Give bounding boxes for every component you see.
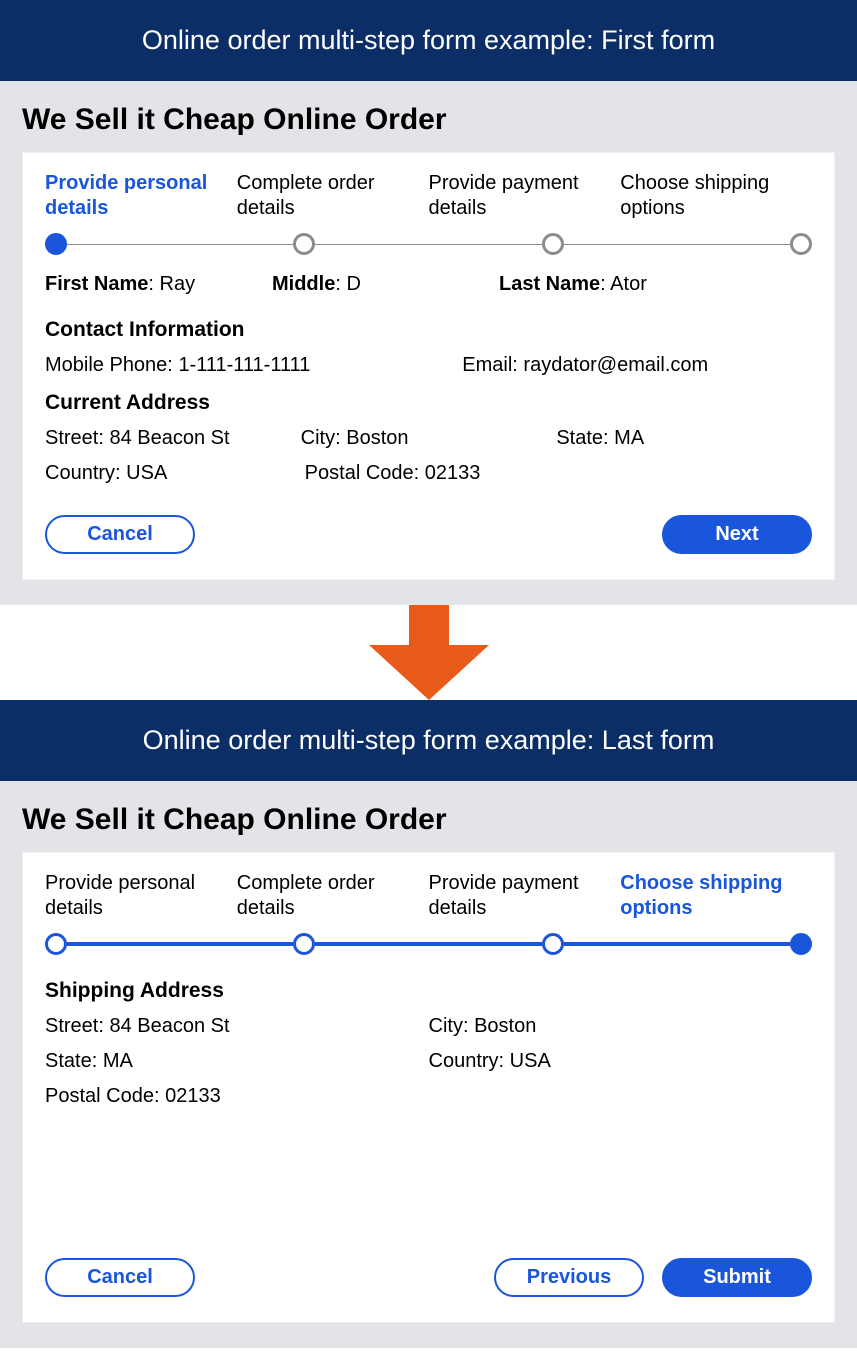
middle-name-field: Middle: D bbox=[272, 273, 499, 296]
form-card-top: Provide personal details Complete order … bbox=[22, 152, 835, 580]
email-field: Email: raydator@email.com bbox=[462, 354, 812, 377]
step-4-dot[interactable] bbox=[790, 233, 812, 255]
step-seg-3-4 bbox=[564, 244, 790, 245]
ship-state-field: State: MA bbox=[45, 1050, 429, 1073]
step-b3-label[interactable]: Provide payment details bbox=[429, 871, 621, 921]
step-3-label[interactable]: Provide payment details bbox=[429, 171, 621, 221]
ship-city-label: City: bbox=[429, 1015, 469, 1037]
ship-country-field: Country: USA bbox=[429, 1050, 813, 1073]
down-arrow-icon bbox=[369, 605, 489, 700]
arrow-divider bbox=[0, 605, 857, 700]
ship-postal-value: 02133 bbox=[165, 1085, 221, 1107]
country-value: USA bbox=[126, 462, 167, 484]
ship-postal-field: Postal Code: 02133 bbox=[45, 1085, 429, 1108]
ship-postal-label: Postal Code: bbox=[45, 1085, 160, 1107]
ship-street-label: Street: bbox=[45, 1015, 104, 1037]
shipping-header: Shipping Address bbox=[45, 979, 812, 1003]
step-b1-label[interactable]: Provide personal details bbox=[45, 871, 237, 921]
postal-label: Postal Code: bbox=[305, 462, 420, 484]
step-2-label[interactable]: Complete order details bbox=[237, 171, 429, 221]
postal-value: 02133 bbox=[425, 462, 481, 484]
state-value: MA bbox=[614, 427, 644, 449]
state-label: State: bbox=[556, 427, 608, 449]
ship-country-label: Country: bbox=[429, 1050, 505, 1072]
step-b3-dot[interactable] bbox=[542, 933, 564, 955]
step-1-dot[interactable] bbox=[45, 233, 67, 255]
step-b2-label[interactable]: Complete order details bbox=[237, 871, 429, 921]
country-label: Country: bbox=[45, 462, 121, 484]
step-seg-b3-b4 bbox=[564, 942, 790, 946]
street-field: Street: 84 Beacon St bbox=[45, 427, 301, 450]
page-title-top: We Sell it Cheap Online Order bbox=[22, 91, 835, 152]
city-label: City: bbox=[301, 427, 341, 449]
middle-name-value: D bbox=[346, 273, 360, 295]
ship-country-value: USA bbox=[510, 1050, 551, 1072]
step-seg-b1-b2 bbox=[67, 942, 293, 946]
country-field: Country: USA bbox=[45, 462, 305, 485]
cancel-button[interactable]: Cancel bbox=[45, 515, 195, 554]
next-button[interactable]: Next bbox=[662, 515, 812, 554]
previous-button[interactable]: Previous bbox=[494, 1258, 644, 1297]
city-value: Boston bbox=[346, 427, 408, 449]
address-header: Current Address bbox=[45, 391, 812, 415]
ship-street-field: Street: 84 Beacon St bbox=[45, 1015, 429, 1038]
last-name-label: Last Name bbox=[499, 273, 600, 295]
ship-city-value: Boston bbox=[474, 1015, 536, 1037]
step-b4-dot[interactable] bbox=[790, 933, 812, 955]
step-3-dot[interactable] bbox=[542, 233, 564, 255]
step-seg-1-2 bbox=[67, 244, 293, 245]
contact-header: Contact Information bbox=[45, 318, 812, 342]
form-card-bottom: Provide personal details Complete order … bbox=[22, 852, 835, 1323]
stepper-bottom: Provide personal details Complete order … bbox=[45, 871, 812, 955]
step-seg-2-3 bbox=[315, 244, 541, 245]
last-name-field: Last Name: Ator bbox=[499, 273, 812, 296]
street-value: 84 Beacon St bbox=[109, 427, 229, 449]
street-label: Street: bbox=[45, 427, 104, 449]
email-label: Email: bbox=[462, 354, 518, 376]
first-name-field: First Name: Ray bbox=[45, 273, 272, 296]
city-field: City: Boston bbox=[301, 427, 557, 450]
state-field: State: MA bbox=[556, 427, 812, 450]
middle-name-label: Middle bbox=[272, 273, 335, 295]
step-seg-b2-b3 bbox=[315, 942, 541, 946]
cancel-button-bottom[interactable]: Cancel bbox=[45, 1258, 195, 1297]
bottom-form-area: We Sell it Cheap Online Order Provide pe… bbox=[0, 781, 857, 1348]
ship-city-field: City: Boston bbox=[429, 1015, 813, 1038]
step-2-dot[interactable] bbox=[293, 233, 315, 255]
banner-bottom: Online order multi-step form example: La… bbox=[0, 700, 857, 781]
ship-state-label: State: bbox=[45, 1050, 97, 1072]
last-name-value: Ator bbox=[610, 273, 647, 295]
step-b1-dot[interactable] bbox=[45, 933, 67, 955]
top-form-area: We Sell it Cheap Online Order Provide pe… bbox=[0, 81, 857, 605]
banner-top: Online order multi-step form example: Fi… bbox=[0, 0, 857, 81]
postal-field: Postal Code: 02133 bbox=[305, 462, 812, 485]
stepper-top: Provide personal details Complete order … bbox=[45, 171, 812, 255]
step-4-label[interactable]: Choose shipping options bbox=[620, 171, 812, 221]
mobile-label: Mobile Phone: bbox=[45, 354, 173, 376]
step-b2-dot[interactable] bbox=[293, 933, 315, 955]
page-title-bottom: We Sell it Cheap Online Order bbox=[22, 791, 835, 852]
submit-button[interactable]: Submit bbox=[662, 1258, 812, 1297]
mobile-field: Mobile Phone: 1-111-111-1111 bbox=[45, 354, 462, 377]
ship-street-value: 84 Beacon St bbox=[109, 1015, 229, 1037]
first-name-label: First Name bbox=[45, 273, 148, 295]
first-name-value: Ray bbox=[160, 273, 196, 295]
ship-state-value: MA bbox=[103, 1050, 133, 1072]
step-1-label[interactable]: Provide personal details bbox=[45, 171, 237, 221]
step-b4-label[interactable]: Choose shipping options bbox=[620, 871, 812, 921]
mobile-value: 1-111-111-1111 bbox=[178, 354, 310, 376]
email-value: raydator@email.com bbox=[523, 354, 708, 376]
